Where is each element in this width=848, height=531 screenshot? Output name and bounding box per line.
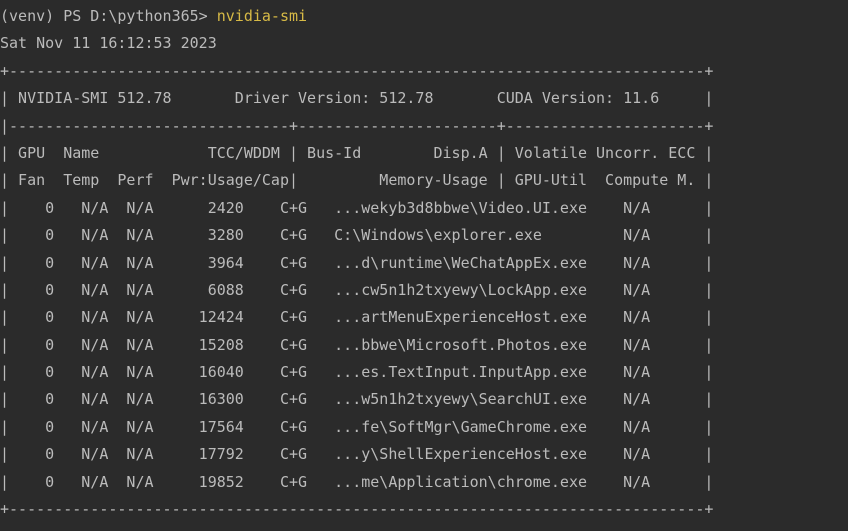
output-line: | NVIDIA-SMI 512.78 Driver Version: 512.… <box>0 89 714 108</box>
terminal-window[interactable]: (venv) PS D:\python365> nvidia-smi Sat N… <box>0 0 848 531</box>
output-line: | GPU Name TCC/WDDM | Bus-Id Disp.A | Vo… <box>0 143 714 162</box>
output-line: +---------------------------------------… <box>0 500 714 519</box>
output-line: | Fan Temp Perf Pwr:Usage/Cap| Memory-Us… <box>0 171 714 190</box>
timestamp: Sat Nov 11 16:12:53 2023 <box>0 34 217 53</box>
output-line: | 0 N/A N/A 6088 C+G ...cw5n1h2txyewy\Lo… <box>0 280 714 299</box>
output-line: | 0 N/A N/A 19852 C+G ...me\Application\… <box>0 472 714 491</box>
output-line: | 0 N/A N/A 12424 C+G ...artMenuExperien… <box>0 308 714 327</box>
command-text: nvidia-smi <box>216 7 308 25</box>
prompt-prefix: (venv) PS D:\python365> <box>0 7 217 25</box>
output-line: | 0 N/A N/A 16300 C+G ...w5n1h2txyewy\Se… <box>0 390 714 409</box>
output-line: | 0 N/A N/A 3280 C+G C:\Windows\explorer… <box>0 226 714 245</box>
nvidia-smi-output: +---------------------------------------… <box>0 58 848 524</box>
output-line: | 0 N/A N/A 16040 C+G ...es.TextInput.In… <box>0 363 714 382</box>
prompt-line: (venv) PS D:\python365> nvidia-smi <box>0 3 848 30</box>
output-line: | 0 N/A N/A 17792 C+G ...y\ShellExperien… <box>0 445 714 464</box>
output-line: | 0 N/A N/A 3964 C+G ...d\runtime\WeChat… <box>0 253 714 272</box>
output-line: |-------------------------------+-------… <box>0 116 714 135</box>
output-line: +---------------------------------------… <box>0 61 714 80</box>
output-line: | 0 N/A N/A 15208 C+G ...bbwe\Microsoft.… <box>0 335 714 354</box>
output-line: | 0 N/A N/A 2420 C+G ...wekyb3d8bbwe\Vid… <box>0 198 714 217</box>
output-line: | 0 N/A N/A 17564 C+G ...fe\SoftMgr\Game… <box>0 417 714 436</box>
